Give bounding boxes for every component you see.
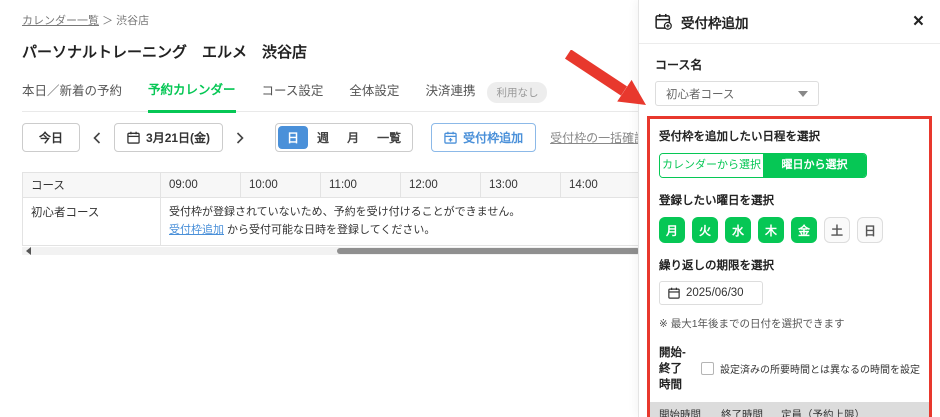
repeat-date-value: 2025/06/30 — [686, 287, 744, 299]
add-slot-button[interactable]: 受付枠追加 — [431, 123, 537, 152]
column-header-1400: 14:00 — [560, 172, 641, 198]
tab-course-settings[interactable]: コース設定 — [262, 80, 324, 111]
time-range-header: 開始-終了時間 設定済みの所要時間とは異なるの時間を設定 — [659, 344, 920, 392]
empty-slots-message-line1: 受付枠が登録されていないため、予約を受け付けることができません。 — [169, 206, 521, 218]
weekday-chip-tue[interactable]: 火 — [692, 217, 718, 243]
chevron-left-icon — [93, 131, 101, 144]
add-slot-drawer: 受付枠追加 × コース名 初心者コース 受付枠を追加したい日程を選択 カレンダー… — [638, 0, 940, 417]
payment-unused-badge: 利用なし — [487, 82, 548, 103]
view-day-segment[interactable]: 日 — [278, 126, 309, 149]
view-month-segment[interactable]: 月 — [338, 126, 368, 149]
calendar-icon — [668, 287, 680, 299]
table-row: 初心者コース 受付枠が登録されていないため、予約を受け付けることができません。 … — [22, 196, 641, 247]
column-header-1300: 13:00 — [480, 172, 561, 198]
time-range-label: 開始-終了時間 — [659, 347, 686, 391]
breadcrumb-current: 渋谷店 — [116, 15, 150, 27]
column-header-0900: 09:00 — [160, 172, 241, 198]
start-time-header: 開始時間 — [659, 409, 701, 417]
course-name-cell: 初心者コース — [22, 196, 161, 247]
today-button[interactable]: 今日 — [22, 123, 81, 152]
empty-slots-message-line2: から受付可能な日時を登録してください。 — [224, 223, 436, 236]
select-from-calendar-segment[interactable]: カレンダーから選択 — [660, 154, 763, 177]
date-select-toggle: カレンダーから選択 曜日から選択 — [659, 153, 867, 178]
column-header-1000: 10:00 — [240, 172, 321, 198]
add-slot-inline-link[interactable]: 受付枠追加 — [169, 224, 224, 236]
empty-slots-message-cell: 受付枠が登録されていないため、予約を受け付けることができません。 受付枠追加 か… — [160, 196, 641, 247]
end-time-header: 終了時間 — [721, 409, 763, 417]
add-slot-button-label: 受付枠追加 — [463, 131, 524, 145]
column-header-1100: 11:00 — [320, 172, 401, 198]
custom-duration-checkbox[interactable] — [701, 361, 714, 375]
select-from-weekday-segment[interactable]: 曜日から選択 — [763, 154, 866, 177]
tab-bar: 本日／新着の予約 予約カレンダー コース設定 全体設定 決済連携 利用なし — [22, 79, 640, 113]
weekday-chip-sat[interactable]: 土 — [824, 217, 850, 243]
tab-payment-link[interactable]: 決済連携 — [425, 80, 475, 111]
table-header-row: コース 09:00 10:00 11:00 12:00 13:00 14:00 — [22, 172, 641, 198]
tab-today-reservations[interactable]: 本日／新着の予約 — [22, 80, 122, 111]
course-select[interactable]: 初心者コース — [655, 81, 819, 106]
next-day-button[interactable] — [229, 127, 251, 149]
repeat-limit-label: 繰り返しの期限を選択 — [659, 260, 774, 272]
prev-day-button[interactable] — [86, 127, 108, 149]
weekday-chip-sun[interactable]: 日 — [857, 217, 883, 243]
date-picker-button[interactable]: 3月21日(金) — [114, 123, 224, 152]
breadcrumb-calendar-list-link[interactable]: カレンダー一覧 — [22, 15, 99, 27]
max-one-year-note: ※ 最大1年後までの日付を選択できます — [659, 318, 845, 330]
tab-global-settings[interactable]: 全体設定 — [349, 80, 399, 111]
chevron-down-icon — [798, 90, 808, 97]
custom-duration-checkbox-label: 設定済みの所要時間とは異なるの時間を設定 — [720, 364, 920, 376]
weekday-chip-group: 月 火 水 木 金 土 日 — [659, 217, 920, 243]
weekday-select-label: 登録したい曜日を選択 — [659, 195, 774, 207]
close-icon[interactable]: × — [913, 12, 924, 31]
chevron-right-icon — [236, 131, 244, 144]
scrollbar-thumb[interactable] — [337, 248, 640, 255]
weekday-chip-fri[interactable]: 金 — [791, 217, 817, 243]
view-list-segment[interactable]: 一覧 — [368, 126, 410, 149]
drawer-title: 受付枠追加 — [681, 15, 749, 31]
view-week-segment[interactable]: 週 — [308, 126, 338, 149]
column-header-1200: 12:00 — [400, 172, 481, 198]
breadcrumb-separator: ＞ — [102, 15, 114, 27]
calendar-plus-icon — [655, 13, 672, 30]
horizontal-scrollbar[interactable] — [22, 247, 640, 256]
calendar-plus-icon — [444, 131, 457, 144]
current-date-label: 3月21日(金) — [146, 131, 211, 145]
drawer-body: コース名 初心者コース 受付枠を追加したい日程を選択 カレンダーから選択 曜日か… — [639, 44, 940, 417]
view-mode-toggle: 日 週 月 一覧 — [275, 123, 414, 152]
calendar-icon — [127, 131, 140, 144]
tab-reservation-calendar[interactable]: 予約カレンダー — [148, 79, 236, 113]
column-header-course: コース — [22, 172, 161, 198]
weekday-chip-wed[interactable]: 水 — [725, 217, 751, 243]
scroll-left-arrow-icon[interactable] — [26, 247, 31, 256]
date-select-label: 受付枠を追加したい日程を選択 — [659, 131, 820, 143]
repeat-date-picker[interactable]: 2025/06/30 — [659, 281, 763, 305]
time-table-header: 開始時間 終了時間 定員（予約上限） — [650, 402, 929, 417]
day-schedule-table: コース 09:00 10:00 11:00 12:00 13:00 14:00 … — [22, 172, 641, 247]
weekday-chip-mon[interactable]: 月 — [659, 217, 685, 243]
course-select-value: 初心者コース — [666, 88, 735, 101]
course-name-label: コース名 — [655, 58, 703, 72]
highlighted-section: 受付枠を追加したい日程を選択 カレンダーから選択 曜日から選択 登録したい曜日を… — [647, 116, 932, 417]
drawer-header: 受付枠追加 × — [639, 0, 940, 44]
capacity-header: 定員（予約上限） — [781, 409, 865, 417]
weekday-chip-thu[interactable]: 木 — [758, 217, 784, 243]
